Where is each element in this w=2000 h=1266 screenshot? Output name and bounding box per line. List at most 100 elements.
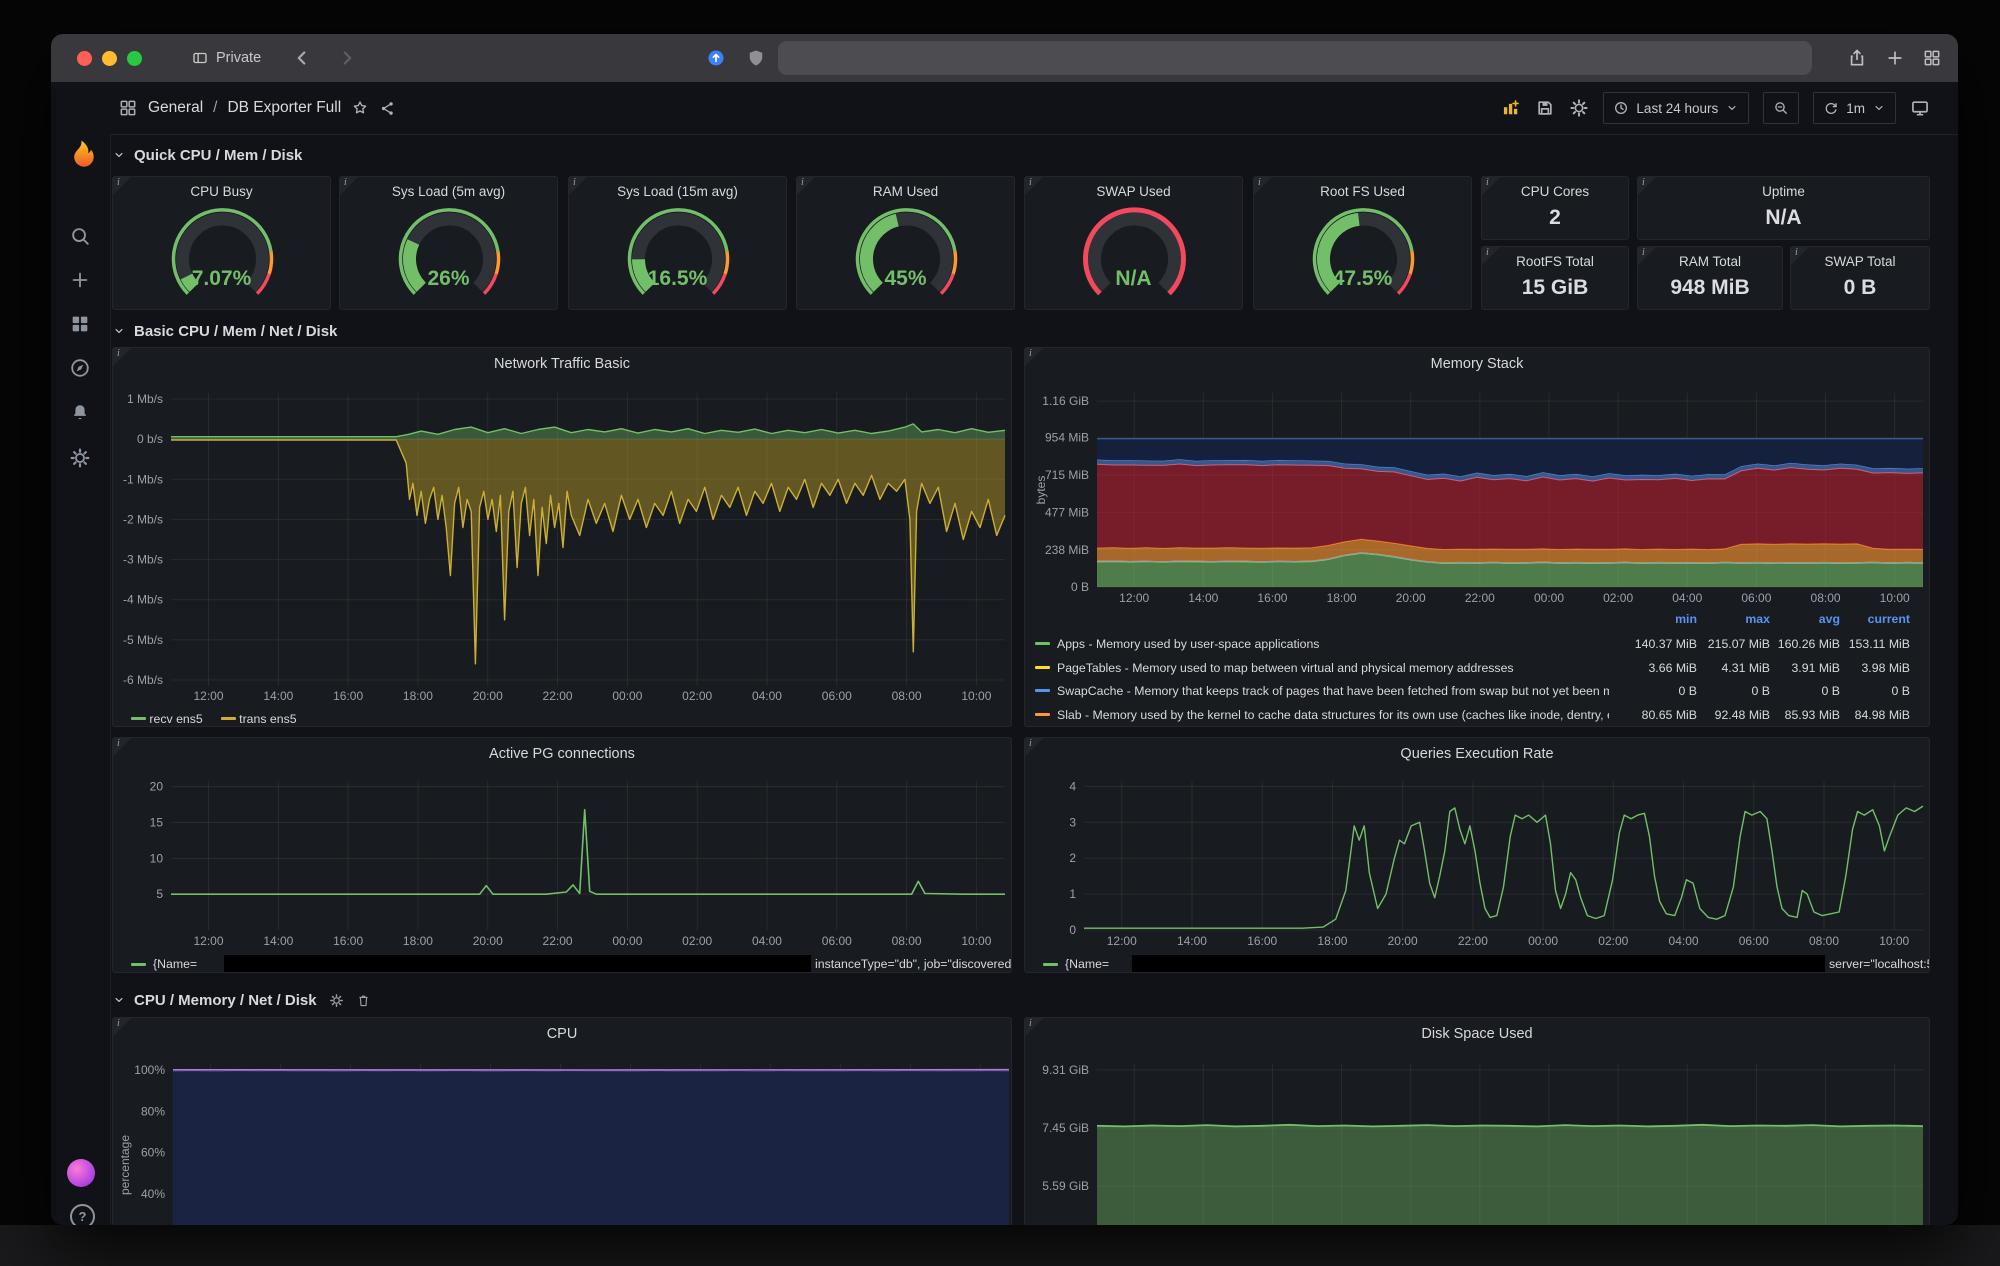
dashboards-icon[interactable] [69, 313, 91, 335]
legend-row[interactable]: PageTables - Memory used to map between … [1025, 660, 1929, 676]
legend-header-avg[interactable]: avg [1760, 612, 1840, 626]
legend-row[interactable]: Slab - Memory used by the kernel to cach… [1025, 707, 1929, 723]
panel-title[interactable]: SWAP Used [1025, 184, 1242, 199]
gauge-value: N/A [1025, 267, 1242, 291]
svg-text:06:00: 06:00 [1739, 934, 1769, 948]
svg-text:00:00: 00:00 [1534, 591, 1564, 605]
forward-button[interactable] [336, 47, 358, 69]
zoom-out-icon [1773, 100, 1789, 116]
new-tab-icon[interactable] [1885, 48, 1905, 68]
svg-text:5: 5 [156, 887, 163, 901]
chart-legend[interactable]: {Name= server="localhost:54 [1025, 956, 1929, 973]
help-icon[interactable]: ? [70, 1204, 95, 1225]
svg-text:1.16 GiB: 1.16 GiB [1042, 394, 1089, 408]
svg-text:04:00: 04:00 [752, 689, 782, 703]
svg-text:06:00: 06:00 [1741, 591, 1771, 605]
svg-text:06:00: 06:00 [822, 934, 852, 948]
gauge-value: 26% [340, 267, 557, 291]
share-icon[interactable] [1847, 48, 1867, 68]
zoom-out-button[interactable] [1763, 92, 1799, 124]
tab-overview-icon[interactable] [1922, 48, 1942, 68]
svg-text:12:00: 12:00 [194, 934, 224, 948]
legend-row[interactable]: Apps - Memory used by user-space applica… [1025, 636, 1929, 652]
panel-title[interactable]: Sys Load (15m avg) [569, 184, 786, 199]
row-title: Quick CPU / Mem / Disk [134, 147, 302, 164]
svg-text:16:00: 16:00 [1257, 591, 1287, 605]
create-icon[interactable] [69, 269, 91, 291]
svg-text:10:00: 10:00 [961, 689, 991, 703]
breadcrumb-section[interactable]: General [148, 99, 203, 117]
dashboard-grid-icon[interactable] [118, 98, 138, 118]
panel-title[interactable]: SWAP Total [1791, 254, 1929, 269]
panel-title[interactable]: RAM Used [797, 184, 1014, 199]
panel-title[interactable]: Sys Load (5m avg) [340, 184, 557, 199]
panel-title[interactable]: Uptime [1638, 184, 1929, 199]
grafana-logo[interactable] [64, 137, 97, 170]
panel-title[interactable]: CPU Cores [1482, 184, 1628, 199]
svg-text:1 Mb/s: 1 Mb/s [127, 392, 163, 406]
search-icon[interactable] [69, 225, 91, 247]
svg-text:16:00: 16:00 [333, 689, 363, 703]
address-bar[interactable] [778, 41, 1812, 75]
gauge-viz [1025, 201, 1243, 307]
save-dashboard-icon[interactable] [1535, 98, 1555, 118]
alerting-bell-icon[interactable] [69, 402, 91, 424]
chart-legend[interactable]: {Name= instanceType="db", job="discovere… [113, 956, 1011, 973]
series-swatch [221, 717, 236, 720]
svg-text:477 MiB: 477 MiB [1045, 505, 1089, 519]
stat-value: 15 GiB [1482, 276, 1628, 300]
legend-header-current[interactable]: current [1830, 612, 1910, 626]
dashboard-settings-icon[interactable] [1569, 98, 1589, 118]
legend-item[interactable]: trans ens5 [221, 712, 297, 726]
svg-text:20:00: 20:00 [1396, 591, 1426, 605]
zoom-window-button[interactable] [127, 51, 142, 66]
minimize-window-button[interactable] [102, 51, 117, 66]
svg-text:08:00: 08:00 [1809, 934, 1839, 948]
explore-compass-icon[interactable] [69, 357, 91, 379]
legend-header-max[interactable]: max [1690, 612, 1770, 626]
row-header-basic[interactable]: Basic CPU / Mem / Net / Disk [112, 318, 337, 344]
panel-title[interactable]: RootFS Total [1482, 254, 1628, 269]
row-settings-gear-icon[interactable] [329, 993, 344, 1008]
configuration-gear-icon[interactable] [69, 447, 91, 469]
row-header-cpu-memory[interactable]: CPU / Memory / Net / Disk [112, 987, 371, 1013]
private-label: Private [216, 50, 261, 66]
back-button[interactable] [291, 47, 313, 69]
extension-icon[interactable] [706, 48, 726, 68]
legend-item[interactable]: recv ens5 [131, 712, 203, 726]
svg-text:-6 Mb/s: -6 Mb/s [123, 673, 163, 687]
panel-title[interactable]: Root FS Used [1254, 184, 1471, 199]
legend-row[interactable]: SwapCache - Memory that keeps track of p… [1025, 683, 1929, 699]
panel-swap-total: i SWAP Total 0 B [1790, 246, 1930, 310]
panel-title[interactable]: RAM Total [1638, 254, 1782, 269]
svg-text:238 MiB: 238 MiB [1045, 543, 1089, 557]
add-panel-icon[interactable] [1501, 98, 1521, 118]
panel-rootfs-total: i RootFS Total 15 GiB [1481, 246, 1629, 310]
dashboard-title[interactable]: DB Exporter Full [227, 99, 341, 117]
svg-text:02:00: 02:00 [682, 689, 712, 703]
svg-text:14:00: 14:00 [263, 934, 293, 948]
panel-title[interactable]: CPU Busy [113, 184, 330, 199]
time-range-picker[interactable]: Last 24 hours [1603, 92, 1749, 124]
svg-text:0: 0 [1069, 923, 1076, 937]
svg-text:16:00: 16:00 [333, 934, 363, 948]
star-icon[interactable] [351, 99, 369, 117]
panel-sys-load-15m: i Sys Load (15m avg) 16.5% [568, 176, 787, 310]
sidebar-icon[interactable] [191, 49, 209, 67]
row-delete-trash-icon[interactable] [356, 993, 371, 1008]
breadcrumb-separator: / [213, 99, 217, 117]
refresh-controls[interactable]: 1m [1813, 92, 1896, 124]
row-header-quick[interactable]: Quick CPU / Mem / Disk [112, 142, 302, 168]
panel-ram-total: i RAM Total 948 MiB [1637, 246, 1783, 310]
share-dashboard-icon[interactable] [379, 100, 396, 117]
content-blocker-shield-icon[interactable] [746, 48, 766, 68]
user-avatar[interactable] [67, 1159, 95, 1187]
svg-text:12:00: 12:00 [194, 689, 224, 703]
gauge-viz [797, 201, 1015, 307]
kiosk-mode-icon[interactable] [1910, 98, 1930, 118]
svg-text:04:00: 04:00 [1672, 591, 1702, 605]
svg-text:10:00: 10:00 [1880, 591, 1910, 605]
close-window-button[interactable] [77, 51, 92, 66]
legend-header-min[interactable]: min [1617, 612, 1697, 626]
pg-connections-chart: 201510512:0014:0016:0018:0020:0022:0000:… [113, 738, 1011, 972]
